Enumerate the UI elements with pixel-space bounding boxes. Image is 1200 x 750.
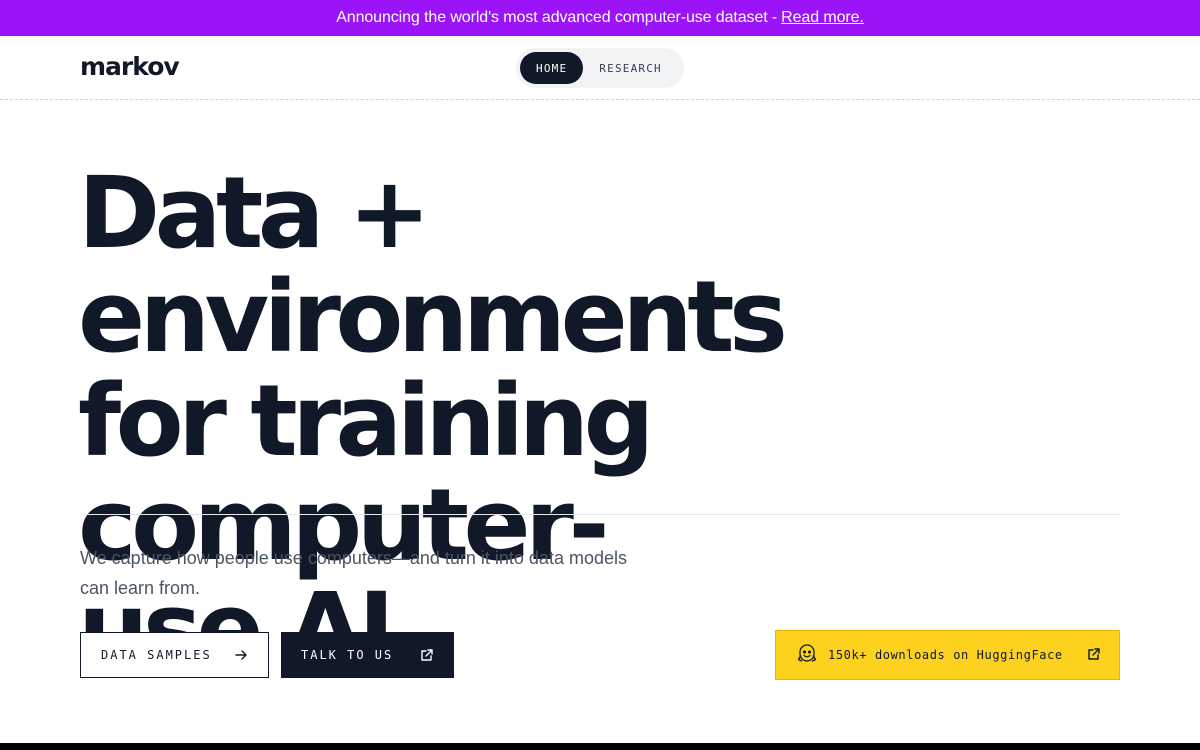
main-nav: HOME RESEARCH	[516, 48, 684, 88]
talk-to-us-label: TALK TO US	[301, 648, 394, 662]
read-more-link[interactable]: Read more.	[781, 9, 864, 27]
subtitle-line-2: can learn from.	[80, 578, 201, 598]
logo[interactable]: markov	[80, 52, 180, 81]
arrow-right-icon	[234, 648, 248, 662]
talk-to-us-button[interactable]: TALK TO US	[281, 632, 454, 678]
external-link-icon	[1087, 647, 1101, 664]
announcement-text: Announcing the world's most advanced com…	[336, 9, 778, 26]
data-samples-button[interactable]: DATA SAMPLES	[80, 632, 269, 678]
hero-line-1: Data + environments	[78, 156, 788, 375]
external-link-icon	[420, 648, 434, 662]
nav-home[interactable]: HOME	[520, 52, 584, 84]
data-samples-label: DATA SAMPLES	[101, 648, 212, 662]
huggingface-label: 150k+ downloads on HuggingFace	[828, 648, 1063, 662]
huggingface-icon	[796, 643, 818, 668]
subtitle-line-1: We capture how people use computers—and …	[80, 548, 627, 568]
announcement-bar: Announcing the world's most advanced com…	[0, 0, 1200, 36]
nav-research[interactable]: RESEARCH	[583, 52, 678, 84]
huggingface-badge[interactable]: 150k+ downloads on HuggingFace	[775, 630, 1120, 680]
hero-heading: Data + environments for training compute…	[78, 162, 1138, 682]
hero-subtitle: We capture how people use computers—and …	[80, 543, 680, 603]
section-divider	[80, 514, 1120, 515]
site-header: markov HOME RESEARCH	[0, 36, 1200, 100]
bottom-bar	[0, 743, 1200, 750]
